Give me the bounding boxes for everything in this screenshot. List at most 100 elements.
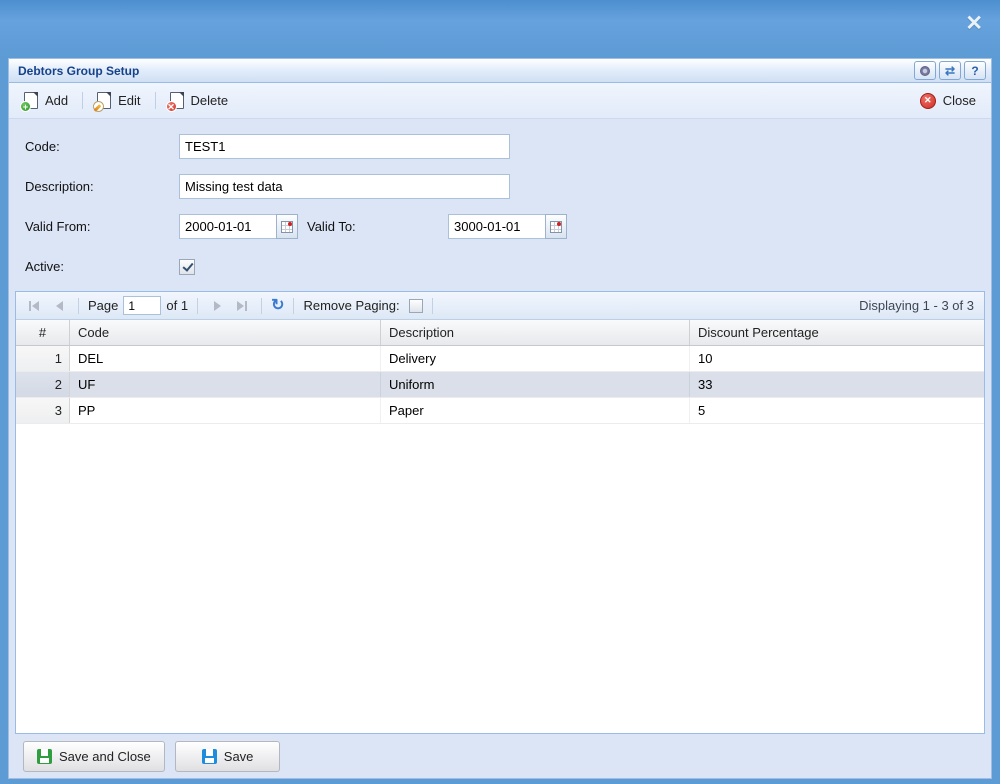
refresh-icon: ⇄ — [945, 65, 955, 77]
description-cell: Paper — [381, 398, 690, 423]
save-label: Save — [224, 749, 254, 764]
table-row[interactable]: 1 DEL Delivery 10 — [16, 346, 984, 372]
last-page-icon — [245, 301, 247, 311]
window-titlebar: ✕ — [0, 0, 1000, 58]
display-status-text: Displaying 1 - 3 of 3 — [859, 298, 976, 313]
first-page-icon — [29, 301, 31, 311]
discount-cell: 10 — [690, 346, 984, 371]
paging-separator — [197, 298, 198, 314]
description-cell: Delivery — [381, 346, 690, 371]
add-document-icon: + — [24, 92, 38, 109]
panel-header: Debtors Group Setup ⇄ ? — [9, 59, 991, 83]
page-fold-icon — [106, 92, 111, 97]
table-row[interactable]: 3 PP Paper 5 — [16, 398, 984, 424]
help-tool-button[interactable]: ? — [964, 61, 986, 80]
close-button[interactable]: ✕ Close — [913, 89, 983, 113]
active-checkbox[interactable] — [179, 259, 195, 275]
paging-separator — [432, 298, 433, 314]
paging-toolbar: Page of 1 ↻ Remove Paging: Displaying 1 … — [16, 292, 984, 320]
pencil-badge-icon — [93, 101, 104, 112]
refresh-grid-button[interactable]: ↻ — [271, 298, 284, 314]
debtors-groups-grid: Page of 1 ↻ Remove Paging: Displaying 1 … — [15, 291, 985, 734]
save-and-close-label: Save and Close — [59, 749, 151, 764]
plus-badge-icon: + — [20, 101, 31, 112]
description-label: Description: — [25, 179, 179, 194]
valid-dates-row: Valid From: Valid To: — [25, 214, 991, 239]
row-number-cell: 1 — [16, 346, 70, 371]
page-number-input[interactable] — [123, 296, 161, 315]
save-blue-floppy-icon — [202, 749, 217, 764]
last-page-button[interactable] — [232, 296, 252, 316]
window-close-icon[interactable]: ✕ — [965, 13, 983, 34]
save-green-floppy-icon — [37, 749, 52, 764]
gear-icon — [920, 66, 930, 76]
debtors-group-setup-panel: Debtors Group Setup ⇄ ? + Add Edit ✕ Del… — [8, 58, 992, 779]
page-label: Page — [88, 298, 118, 313]
valid-from-label: Valid From: — [25, 219, 179, 234]
settings-tool-button[interactable] — [914, 61, 936, 80]
first-page-button[interactable] — [24, 296, 44, 316]
remove-paging-label: Remove Paging: — [303, 298, 399, 313]
edit-button-label: Edit — [118, 93, 140, 108]
code-label: Code: — [25, 139, 179, 154]
x-badge-icon: ✕ — [166, 101, 177, 112]
description-field[interactable] — [179, 174, 510, 199]
discount-cell: 33 — [690, 372, 984, 397]
save-button[interactable]: Save — [175, 741, 281, 772]
calendar-icon — [281, 221, 293, 233]
grid-empty-area — [16, 424, 984, 733]
grid-header-row: # Code Description Discount Percentage — [16, 320, 984, 346]
valid-from-field[interactable] — [179, 214, 276, 239]
column-header-discount[interactable]: Discount Percentage — [690, 320, 984, 345]
valid-to-calendar-button[interactable] — [545, 214, 567, 239]
refresh-tool-button[interactable]: ⇄ — [939, 61, 961, 80]
code-row: Code: — [25, 134, 991, 159]
first-page-icon — [32, 301, 39, 311]
debtors-group-setup-window: ✕ Debtors Group Setup ⇄ ? + Add Edit ✕ — [0, 0, 1000, 784]
code-cell: PP — [70, 398, 381, 423]
description-row: Description: — [25, 174, 991, 199]
code-cell: DEL — [70, 346, 381, 371]
previous-page-button[interactable] — [49, 296, 69, 316]
paging-separator — [78, 298, 79, 314]
paging-separator — [293, 298, 294, 314]
paging-separator — [261, 298, 262, 314]
panel-tools: ⇄ ? — [914, 61, 986, 80]
toolbar-separator — [82, 92, 83, 109]
close-red-icon: ✕ — [920, 93, 936, 109]
active-label: Active: — [25, 259, 179, 274]
edit-button[interactable]: Edit — [90, 88, 147, 113]
row-number-cell: 3 — [16, 398, 70, 423]
next-page-button[interactable] — [207, 296, 227, 316]
pencil-icon — [94, 104, 102, 112]
add-button[interactable]: + Add — [17, 88, 75, 113]
table-row[interactable]: 2 UF Uniform 33 — [16, 372, 984, 398]
discount-cell: 5 — [690, 398, 984, 423]
debtors-group-form: Code: Description: Valid From: Valid To:… — [9, 119, 991, 291]
crud-toolbar: + Add Edit ✕ Delete ✕ Close — [9, 83, 991, 119]
close-button-label: Close — [943, 93, 976, 108]
valid-to-field[interactable] — [448, 214, 545, 239]
row-number-cell: 2 — [16, 372, 70, 397]
valid-from-calendar-button[interactable] — [276, 214, 298, 239]
description-cell: Uniform — [381, 372, 690, 397]
toolbar-separator — [155, 92, 156, 109]
previous-page-icon — [56, 301, 63, 311]
delete-button[interactable]: ✕ Delete — [163, 88, 236, 113]
column-header-description[interactable]: Description — [381, 320, 690, 345]
add-button-label: Add — [45, 93, 68, 108]
panel-title: Debtors Group Setup — [18, 64, 139, 78]
edit-document-icon — [97, 92, 111, 109]
calendar-icon — [550, 221, 562, 233]
save-and-close-button[interactable]: Save and Close — [23, 741, 165, 772]
delete-button-label: Delete — [191, 93, 229, 108]
valid-to-label: Valid To: — [298, 219, 448, 234]
column-header-num[interactable]: # — [16, 320, 70, 345]
code-field[interactable] — [179, 134, 510, 159]
column-header-code[interactable]: Code — [70, 320, 381, 345]
active-row: Active: — [25, 254, 991, 279]
remove-paging-checkbox[interactable] — [409, 299, 423, 313]
page-of-label: of 1 — [166, 298, 188, 313]
footer-toolbar: Save and Close Save — [9, 734, 991, 778]
delete-document-icon: ✕ — [170, 92, 184, 109]
